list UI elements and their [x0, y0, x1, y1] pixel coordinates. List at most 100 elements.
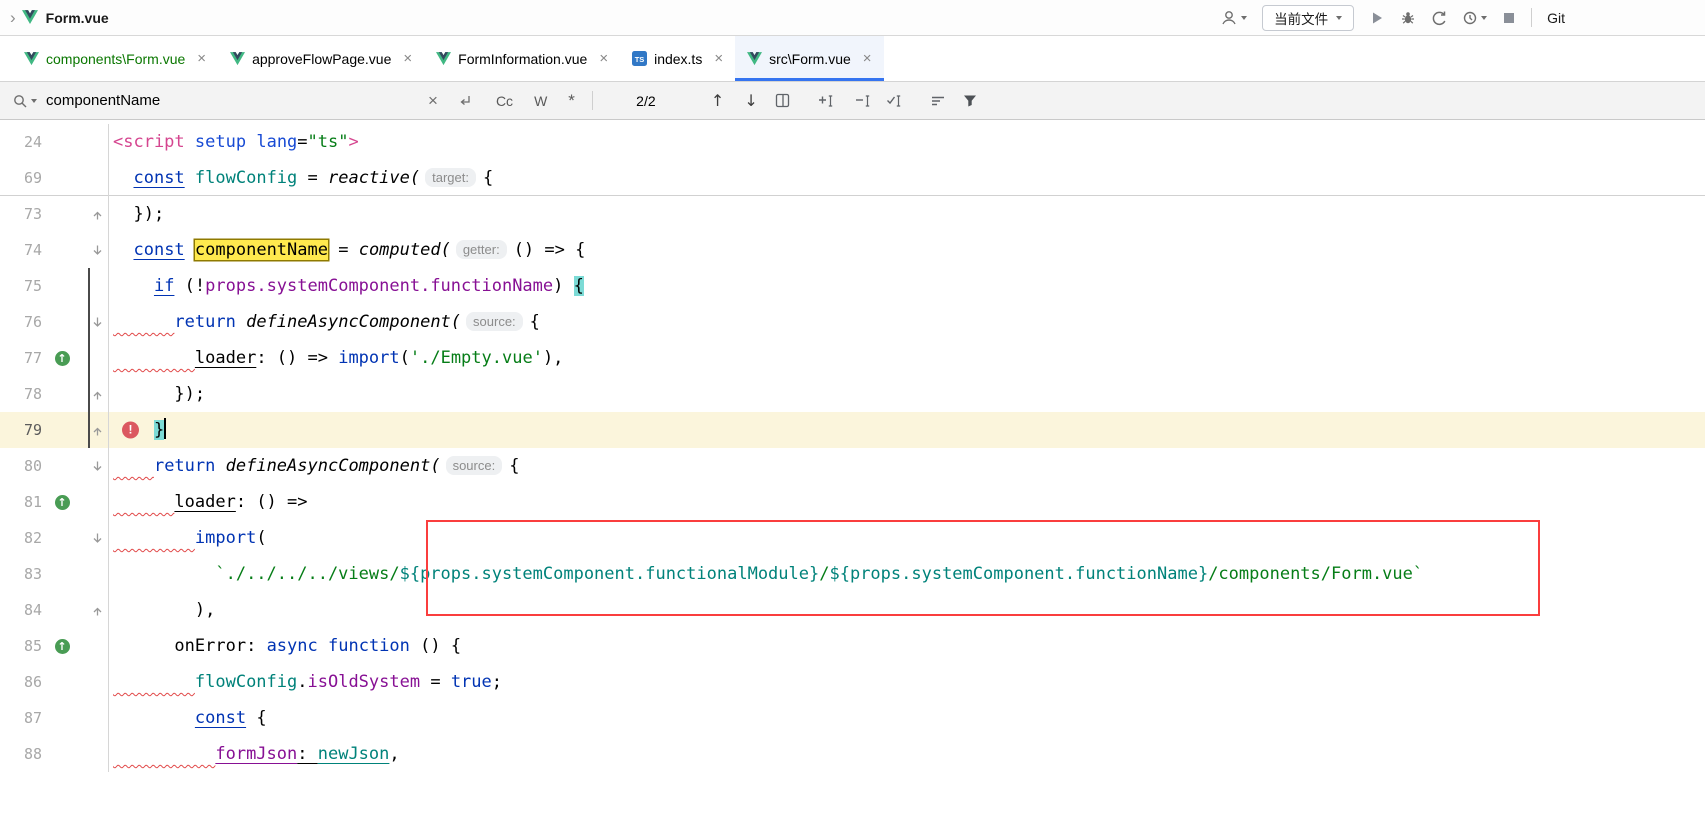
code-text[interactable]: `./../../../views/${props.systemComponen…	[108, 556, 1705, 592]
arrow-up-icon: ↑	[55, 495, 70, 510]
tab-close-icon[interactable]: ×	[714, 50, 723, 67]
fold-icon[interactable]	[78, 196, 108, 232]
git-menu[interactable]: Git	[1547, 10, 1565, 26]
code-text[interactable]: import(	[108, 520, 1705, 556]
code-token: "ts"	[308, 132, 349, 152]
code-text[interactable]: loader: () =>	[108, 484, 1705, 520]
remove-occurrence-icon[interactable]	[855, 94, 872, 108]
tab-close-icon[interactable]: ×	[197, 50, 206, 67]
match-case-toggle[interactable]: Cc	[496, 93, 513, 109]
editor-tab[interactable]: components\Form.vue×	[12, 36, 218, 81]
override-marker-icon[interactable]: ↑	[46, 628, 78, 664]
fold-icon[interactable]	[78, 520, 108, 556]
run-with-coverage-icon[interactable]	[1462, 10, 1487, 26]
line-number[interactable]: 77	[0, 340, 46, 376]
tab-close-icon[interactable]: ×	[403, 50, 412, 67]
code-text[interactable]: });	[108, 196, 1705, 232]
code-token: /	[819, 564, 829, 584]
line-number[interactable]: 83	[0, 556, 46, 592]
code-token: isOldSystem	[308, 672, 421, 692]
code-text[interactable]: formJson: newJson,	[108, 736, 1705, 772]
code-text[interactable]: const {	[108, 700, 1705, 736]
fold-icon[interactable]	[78, 592, 108, 628]
code-text[interactable]: }	[108, 412, 1705, 448]
code-token	[113, 528, 195, 548]
code-editor[interactable]: 24 <script setup lang="ts"> 69 const flowC…	[0, 120, 1705, 820]
fold-icon[interactable]	[78, 232, 108, 268]
next-match-icon[interactable]: ↓	[744, 91, 757, 110]
code-text[interactable]: });	[108, 376, 1705, 412]
line-number[interactable]: 73	[0, 196, 46, 232]
editor-tab[interactable]: approveFlowPage.vue×	[218, 36, 424, 81]
code-text[interactable]: return defineAsyncComponent(source:{	[108, 304, 1705, 340]
line-number[interactable]: 24	[0, 124, 46, 160]
code-text[interactable]: flowConfig.isOldSystem = true;	[108, 664, 1705, 700]
line-number[interactable]: 80	[0, 448, 46, 484]
fold-icon[interactable]	[78, 448, 108, 484]
line-number[interactable]: 85	[0, 628, 46, 664]
prev-match-icon[interactable]: ↑	[711, 91, 724, 110]
code-text[interactable]: ),	[108, 592, 1705, 628]
window-title: Form.vue	[46, 10, 109, 26]
fold-icon[interactable]	[78, 304, 108, 340]
code-token: /components/Form.vue`	[1208, 564, 1423, 584]
code-token: >	[349, 132, 359, 152]
code-text[interactable]: if (!props.systemComponent.functionName)…	[108, 268, 1705, 304]
error-icon[interactable]: !	[122, 422, 139, 439]
line-number[interactable]: 79	[0, 412, 46, 448]
line-number[interactable]: 78	[0, 376, 46, 412]
tab-close-icon[interactable]: ×	[599, 50, 608, 67]
search-history-chevron-icon[interactable]	[31, 99, 37, 103]
line-number[interactable]: 88	[0, 736, 46, 772]
debug-icon[interactable]	[1400, 10, 1416, 26]
override-marker-icon[interactable]: ↑	[46, 484, 78, 520]
tab-close-icon[interactable]: ×	[863, 50, 872, 67]
line-number[interactable]: 81	[0, 484, 46, 520]
editor-tab[interactable]: FormInformation.vue×	[424, 36, 620, 81]
profiler-icon[interactable]	[1431, 10, 1447, 26]
select-all-occurrences-icon[interactable]	[886, 94, 903, 108]
newline-icon[interactable]	[458, 94, 472, 108]
code-token: return	[154, 456, 215, 476]
search-input[interactable]: componentName	[46, 92, 428, 109]
search-options-icon[interactable]	[931, 95, 945, 107]
gutter-mark-space	[46, 556, 78, 592]
code-text[interactable]: loader: () => import('./Empty.vue'),	[108, 340, 1705, 376]
editor-tab[interactable]: src\Form.vue×	[735, 36, 883, 81]
run-config-selector[interactable]: 当前文件	[1262, 5, 1354, 31]
open-results-icon[interactable]	[775, 93, 790, 108]
line-number[interactable]: 76	[0, 304, 46, 340]
line-number[interactable]: 82	[0, 520, 46, 556]
code-text[interactable]: const flowConfig = reactive(target:{	[108, 160, 1705, 196]
line-number[interactable]: 74	[0, 232, 46, 268]
breadcrumb-chevron[interactable]: ›	[10, 8, 16, 28]
line-number[interactable]: 75	[0, 268, 46, 304]
code-text[interactable]: <script setup lang="ts">	[108, 124, 1705, 160]
line-number[interactable]: 86	[0, 664, 46, 700]
gutter-mark-space	[46, 412, 78, 448]
code-token: loader	[174, 492, 235, 512]
fold-icon[interactable]	[78, 376, 108, 412]
filter-icon[interactable]	[963, 94, 977, 107]
ts-file-icon: TS	[632, 51, 647, 66]
code-text[interactable]: onError: async function () {	[108, 628, 1705, 664]
line-number[interactable]: 87	[0, 700, 46, 736]
run-icon[interactable]	[1369, 10, 1385, 26]
code-line: 85↑ onError: async function () {	[0, 628, 1705, 664]
line-number[interactable]: 84	[0, 592, 46, 628]
code-text[interactable]: return defineAsyncComponent(source:{	[108, 448, 1705, 484]
code-token: (	[400, 348, 410, 368]
user-profile-icon[interactable]	[1220, 9, 1247, 27]
add-occurrence-icon[interactable]	[818, 94, 835, 108]
regex-toggle[interactable]: *	[568, 91, 575, 111]
code-token: {	[483, 168, 493, 188]
stop-icon[interactable]	[1502, 11, 1516, 25]
search-icon[interactable]	[12, 93, 28, 109]
fold-icon[interactable]	[78, 412, 108, 448]
words-toggle[interactable]: W	[534, 93, 547, 109]
editor-tab[interactable]: TSindex.ts×	[620, 36, 735, 81]
clear-search-icon[interactable]: ×	[428, 92, 438, 109]
code-text[interactable]: const componentName = computed(getter:()…	[108, 232, 1705, 268]
line-number[interactable]: 69	[0, 160, 46, 196]
override-marker-icon[interactable]: ↑	[46, 340, 78, 376]
